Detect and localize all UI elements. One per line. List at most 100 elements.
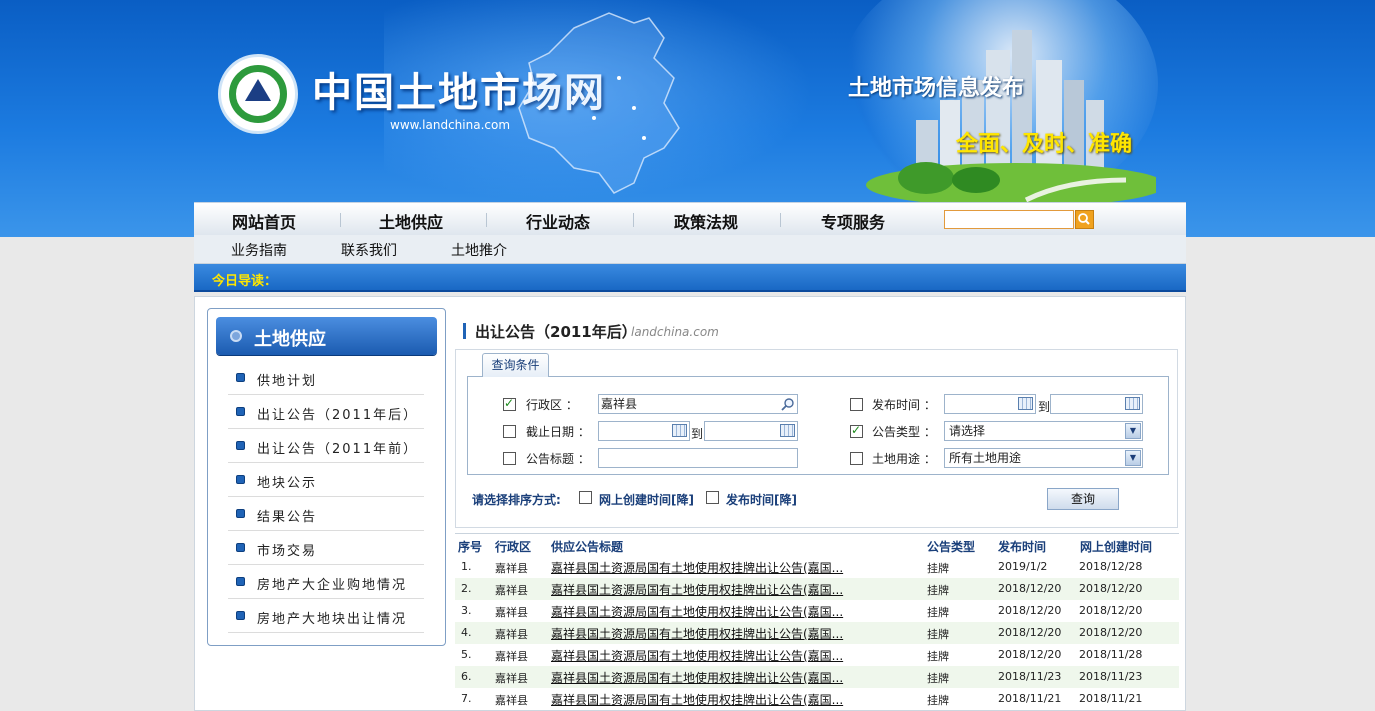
table-cell: 3. — [461, 604, 472, 617]
today-guide-label: 今日导读： — [212, 274, 278, 289]
table-cell: 2018/12/20 — [998, 604, 1062, 617]
tab-query-conditions[interactable]: 查询条件 — [482, 353, 549, 377]
sort-create-time-checkbox[interactable] — [579, 491, 592, 504]
announcement-link[interactable]: 嘉祥县国土资源局国有土地使用权挂牌出让公告(嘉国... — [551, 625, 843, 642]
query-button[interactable]: 查询 — [1047, 488, 1119, 510]
bullet-icon — [236, 441, 245, 450]
region-label: 行政区 ： — [526, 398, 578, 412]
nav-land-supply[interactable]: 土地供应 — [379, 209, 443, 233]
pubtime-end-input[interactable] — [1050, 394, 1143, 414]
bullet-icon — [236, 611, 245, 620]
deadline-label: 截止日期 ： — [526, 425, 590, 439]
table-cell: 挂牌 — [927, 562, 949, 575]
sidebar-item-large-firm-purchases[interactable]: 房地产大企业购地情况 — [228, 565, 424, 599]
result-table: 序号 行政区 供应公告标题 公告类型 发布时间 网上创建时间 1. 嘉祥县 嘉祥县… — [455, 533, 1179, 707]
table-cell: 2018/12/20 — [998, 648, 1062, 661]
bullet-icon — [236, 577, 245, 586]
subnav-land-promotion[interactable]: 土地推介 — [451, 240, 507, 260]
table-cell: 挂牌 — [927, 694, 949, 707]
bullet-icon — [236, 543, 245, 552]
nav-special-services[interactable]: 专项服务 — [821, 209, 885, 233]
search-button[interactable] — [1075, 210, 1094, 229]
sidebar-item-market-trade[interactable]: 市场交易 — [228, 531, 424, 565]
title-label: 公告标题 ： — [526, 452, 590, 466]
type-select[interactable]: 请选择 ▼ — [944, 421, 1143, 441]
deadline-checkbox[interactable] — [503, 425, 516, 438]
table-cell: 挂牌 — [927, 672, 949, 685]
table-cell: 2018/12/20 — [998, 626, 1062, 639]
table-cell: 嘉祥县 — [495, 694, 528, 707]
pubtime-checkbox[interactable] — [850, 398, 863, 411]
sidebar-item-large-parcel-sales[interactable]: 房地产大地块出让情况 — [228, 599, 424, 633]
chevron-down-icon: ▼ — [1125, 450, 1141, 466]
subnav-business-guide[interactable]: 业务指南 — [231, 240, 287, 260]
table-row: 6. 嘉祥县 嘉祥县国土资源局国有土地使用权挂牌出让公告(嘉国... 挂牌 2018… — [455, 666, 1179, 688]
table-row: 1. 嘉祥县 嘉祥县国土资源局国有土地使用权挂牌出让公告(嘉国... 挂牌 2019… — [455, 556, 1179, 578]
sort-pub-time-checkbox[interactable] — [706, 491, 719, 504]
search-input[interactable] — [944, 210, 1074, 229]
pubtime-start-input[interactable] — [944, 394, 1036, 414]
sidebar: 土地供应 供地计划 出让公告（2011年后） 出让公告（2011年前） 地块公示… — [207, 308, 446, 646]
table-header-cell: 行政区 — [495, 540, 532, 554]
main-nav: 网站首页 土地供应 行业动态 政策法规 专项服务 — [194, 202, 1186, 235]
deadline-start-input[interactable] — [598, 421, 690, 441]
sidebar-item-land-plan[interactable]: 供地计划 — [228, 361, 424, 395]
deadline-to-label: 到 — [691, 427, 704, 441]
bullet-icon — [230, 330, 242, 342]
announcement-link[interactable]: 嘉祥县国土资源局国有土地使用权挂牌出让公告(嘉国... — [551, 603, 843, 620]
city-skyline-graphic — [866, 30, 1156, 202]
subnav-contact-us[interactable]: 联系我们 — [341, 240, 397, 260]
land-use-select[interactable]: 所有土地用途 ▼ — [944, 448, 1143, 468]
sidebar-header: 土地供应 — [216, 317, 437, 355]
use-checkbox[interactable] — [850, 452, 863, 465]
title-checkbox[interactable] — [503, 452, 516, 465]
table-row: 7. 嘉祥县 嘉祥县国土资源局国有土地使用权挂牌出让公告(嘉国... 挂牌 2018… — [455, 688, 1179, 710]
calendar-icon[interactable] — [1125, 397, 1140, 410]
announcement-link[interactable]: 嘉祥县国土资源局国有土地使用权挂牌出让公告(嘉国... — [551, 581, 843, 598]
bullet-icon — [236, 475, 245, 484]
table-cell: 嘉祥县 — [495, 650, 528, 663]
announcement-link[interactable]: 嘉祥县国土资源局国有土地使用权挂牌出让公告(嘉国... — [551, 669, 843, 686]
table-cell: 挂牌 — [927, 650, 949, 663]
sub-nav: 业务指南 联系我们 土地推介 — [194, 235, 1186, 264]
title-input[interactable] — [598, 448, 798, 468]
region-input[interactable]: 嘉祥县 — [598, 394, 798, 414]
table-cell: 1. — [461, 560, 472, 573]
calendar-icon[interactable] — [1018, 397, 1033, 410]
table-header-cell: 供应公告标题 — [551, 540, 624, 554]
query-panel: 行政区 ： 嘉祥县 发布时间 ： 到 截止日期 ： 到 公告类型 ： 请选择▼ — [467, 376, 1169, 475]
nav-home[interactable]: 网站首页 — [232, 209, 296, 233]
calendar-icon[interactable] — [780, 424, 795, 437]
bullet-icon — [236, 373, 245, 382]
sidebar-item-announce-after-2011[interactable]: 出让公告（2011年后） — [228, 395, 424, 429]
type-checkbox[interactable] — [850, 423, 863, 438]
content-area: 土地供应 供地计划 出让公告（2011年后） 出让公告（2011年前） 地块公示… — [194, 296, 1186, 711]
nav-policy[interactable]: 政策法规 — [674, 209, 738, 233]
today-guide-bar: 今日导读： — [194, 264, 1186, 292]
deadline-end-input[interactable] — [704, 421, 798, 441]
calendar-icon[interactable] — [672, 424, 687, 437]
table-cell: 嘉祥县 — [495, 606, 528, 619]
bullet-icon — [236, 509, 245, 518]
table-cell: 4. — [461, 626, 472, 639]
table-cell: 2018/11/28 — [1079, 648, 1143, 661]
sidebar-item-parcel-notice[interactable]: 地块公示 — [228, 463, 424, 497]
announcement-link[interactable]: 嘉祥县国土资源局国有土地使用权挂牌出让公告(嘉国... — [551, 691, 843, 708]
search-icon[interactable] — [781, 397, 795, 411]
announcement-link[interactable]: 嘉祥县国土资源局国有土地使用权挂牌出让公告(嘉国... — [551, 559, 843, 576]
announcement-link[interactable]: 嘉祥县国土资源局国有土地使用权挂牌出让公告(嘉国... — [551, 647, 843, 664]
banner: 中国土地市场网 www.landchina.com 土地市场信息发布 全面、及时… — [194, 0, 1186, 202]
china-map-icon — [518, 12, 680, 194]
site-url: www.landchina.com — [390, 118, 511, 132]
page-title: 出让公告（2011年后） — [475, 323, 637, 341]
logo-icon — [218, 54, 298, 134]
table-cell: 2018/11/23 — [1079, 670, 1143, 683]
sidebar-item-result-notice[interactable]: 结果公告 — [228, 497, 424, 531]
sidebar-item-announce-before-2011[interactable]: 出让公告（2011年前） — [228, 429, 424, 463]
table-row: 3. 嘉祥县 嘉祥县国土资源局国有土地使用权挂牌出让公告(嘉国... 挂牌 2018… — [455, 600, 1179, 622]
banner-slogan-2: 全面、及时、准确 — [956, 132, 1133, 157]
nav-industry-news[interactable]: 行业动态 — [526, 209, 590, 233]
region-checkbox[interactable] — [503, 396, 516, 411]
table-cell: 挂牌 — [927, 606, 949, 619]
table-cell: 2. — [461, 582, 472, 595]
